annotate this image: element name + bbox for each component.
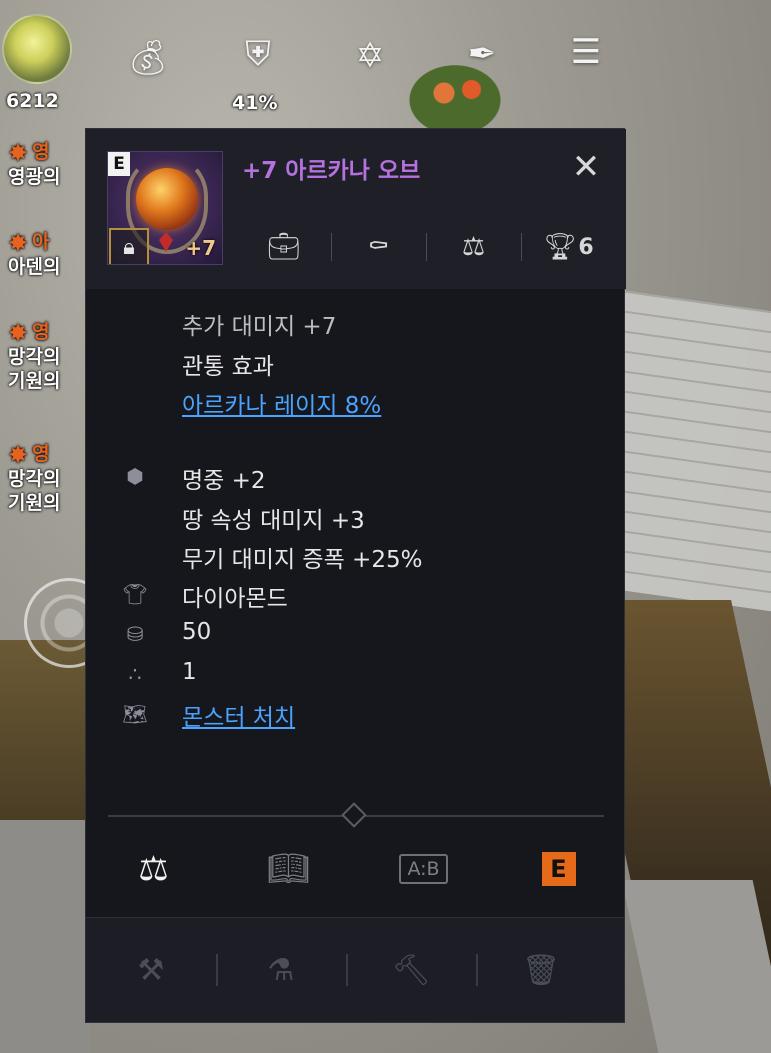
gold-orb-icon[interactable] [2, 14, 72, 84]
quest-title: 아덴의 [8, 256, 61, 278]
tab-grade-e[interactable]: E [491, 829, 626, 909]
lock-icon[interactable]: 🔒︎ [109, 228, 149, 264]
material-value: 다이아몬드 [182, 586, 288, 612]
weight-icon: ⛁ [126, 622, 144, 646]
material-icon: 👕︎ [122, 582, 148, 606]
partial-stat-line: 추가 대미지 +7 [182, 314, 337, 340]
enhance-anvil-icon[interactable]: ⚒ [86, 940, 216, 1000]
tab-ab-compare[interactable]: A:B [356, 829, 491, 909]
item-portrait: E 🔒︎ +7 [107, 151, 223, 265]
item-action-icons: 💼︎ ⚰ ⚖ 🏆︎ 6 [236, 225, 616, 269]
stat-accuracy: 명중 +2 [182, 468, 266, 494]
stat-earth-damage: 땅 속성 대미지 +3 [182, 508, 365, 534]
stone-floor-right [621, 880, 771, 1053]
arcana-orb-art [136, 168, 198, 230]
trophy-icon[interactable]: 🏆︎ 6 [521, 225, 616, 269]
stone-floor-left [0, 820, 90, 1053]
tooltip-tabs: ⚖ 📖︎ A:B E [86, 829, 626, 909]
currency-counter: 6212 [6, 90, 59, 112]
stat-weapon-amp: 무기 대미지 증폭 +25% [182, 547, 423, 573]
source-link[interactable]: 몬스터 처치 [182, 698, 295, 732]
floor-tiles [611, 288, 771, 612]
quest-item[interactable]: ✸ 영 망각의 기원의 [8, 320, 60, 393]
shield-quest-icon[interactable]: ⛨ [228, 24, 288, 84]
grade-e-icon: E [541, 852, 576, 886]
quest-item[interactable]: ✸ 아 아덴의 [8, 230, 60, 279]
tab-book-icon[interactable]: 📖︎ [221, 829, 356, 909]
quest-subtitle: 기원의 [8, 492, 61, 514]
enhance-level: +7 [185, 236, 216, 260]
pierce-effect: 관통 효과 [182, 354, 274, 380]
quest-title: 망각의 [8, 346, 61, 368]
progress-percent: 41% [232, 92, 278, 114]
trophy-count: 6 [578, 234, 594, 260]
tab-compare-scale-icon[interactable]: ⚖ [86, 829, 221, 909]
quest-item[interactable]: ✸ 영 영광의 [8, 140, 60, 189]
book-icon[interactable]: ✡ [340, 26, 400, 86]
quest-item[interactable]: ✸ 영 망각의 기원의 [8, 442, 60, 515]
item-tooltip-header: E 🔒︎ +7 +7 아르카나 오브 ✕ 💼︎ ⚰ ⚖ 🏆︎ 6 [86, 129, 626, 289]
menu-icon[interactable]: ☰ [556, 22, 616, 82]
chest-icon[interactable]: 💼︎ [236, 225, 331, 269]
skill-link[interactable]: 아르카나 레이지 8% [182, 386, 381, 420]
gem-stat-icon: ⬢ [126, 464, 144, 488]
stack-icon: ∴ [128, 662, 142, 686]
ab-icon: A:B [399, 854, 448, 884]
weight-value: 50 [182, 619, 212, 645]
stack-value: 1 [182, 659, 197, 685]
potion-icon[interactable]: ⚗ [216, 940, 346, 1000]
item-name: +7 아르카나 오브 [242, 158, 421, 184]
quest-sun-icon: ✸ [8, 139, 29, 167]
map-icon: 🗺︎ [122, 702, 148, 726]
grade-badge: E [108, 152, 130, 176]
quest-title: 망각의 [8, 468, 61, 490]
hammer-icon[interactable]: 🔨︎ [346, 940, 476, 1000]
item-tooltip-panel: E 🔒︎ +7 +7 아르카나 오브 ✕ 💼︎ ⚰ ⚖ 🏆︎ 6 추가 대미지 +… [85, 128, 626, 918]
quest-title: 영광의 [8, 166, 61, 188]
quest-subtitle: 기원의 [8, 370, 61, 392]
tombstone-icon[interactable]: ⚰ [331, 225, 426, 269]
divider-diamond [341, 802, 367, 828]
close-icon[interactable]: ✕ [566, 147, 606, 187]
feather-icon[interactable]: ✒ [452, 24, 512, 84]
trash-icon[interactable]: 🗑︎ [476, 940, 606, 1000]
quest-sun-icon: ✸ [8, 441, 29, 469]
scale-icon[interactable]: ⚖ [426, 225, 521, 269]
quest-sun-icon: ✸ [8, 229, 29, 257]
quest-sun-icon: ✸ [8, 319, 29, 347]
money-bag-icon[interactable]: 💰︎ [118, 28, 178, 88]
item-action-footer: ⚒ ⚗ 🔨︎ 🗑︎ [85, 918, 625, 1023]
